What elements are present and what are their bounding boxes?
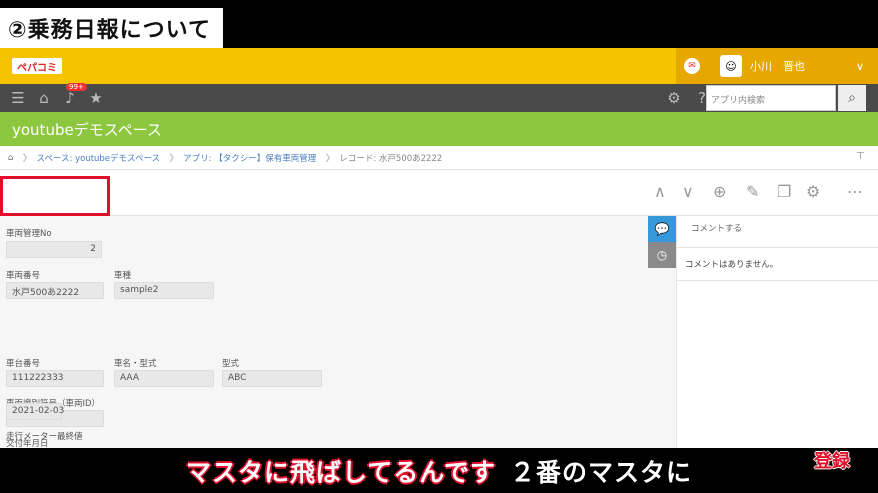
- vehicle-mgmt-no-value[interactable]: 2: [6, 241, 102, 258]
- chassis-no-value[interactable]: 111222333: [6, 370, 104, 387]
- space-title[interactable]: youtubeデモスペース: [12, 119, 162, 140]
- pin-icon[interactable]: ⊤: [856, 151, 865, 162]
- register-logo: 登録: [814, 451, 850, 472]
- chevron-down-icon[interactable]: ∨: [856, 60, 864, 73]
- vehicle-type-value[interactable]: sample2: [114, 282, 214, 299]
- home-icon[interactable]: ⌂: [8, 153, 13, 163]
- chevron-down-icon[interactable]: ∨: [682, 182, 694, 201]
- field-label: 走行メーター最終値: [6, 432, 83, 442]
- kintone-screen: ペパコミ ✉ ☺ 小川 晋也 ∨ ☰ ⌂ ♪ 99+ ★ ⚙ ? アプリ内検索 ⌕…: [0, 48, 878, 448]
- breadcrumb-record: レコード: 水戸500あ2222: [339, 153, 443, 164]
- record-form: 車両管理No 2 車両番号 水戸500あ2222 車種 sample2 車台番号…: [0, 216, 648, 448]
- home-icon[interactable]: ⌂: [36, 89, 52, 107]
- gear-icon[interactable]: ⚙: [666, 89, 682, 107]
- user-name[interactable]: 小川 晋也: [750, 58, 805, 74]
- mail-icon[interactable]: ✉: [684, 58, 700, 74]
- breadcrumb: ⌂ ❯ スペース: youtubeデモスペース ❯ アプリ: 【タクシー】保有車…: [0, 146, 878, 170]
- field-label: 車名・型式: [114, 359, 157, 369]
- more-icon[interactable]: ⋯: [847, 182, 863, 201]
- highlight-box: [0, 176, 110, 216]
- field-label: 型式: [222, 359, 240, 369]
- edit-icon[interactable]: ✎: [746, 182, 759, 201]
- subtitle-main: マスタに飛ばしてるんです: [185, 457, 496, 487]
- chevron-up-icon[interactable]: ∧: [654, 182, 666, 201]
- menu-icon[interactable]: ☰: [10, 89, 26, 107]
- search-icon[interactable]: ⌕: [838, 85, 866, 111]
- breadcrumb-space[interactable]: スペース: youtubeデモスペース: [37, 152, 161, 164]
- side-tabs: 💬 ◷: [648, 216, 676, 448]
- avatar[interactable]: ☺: [720, 55, 742, 77]
- plate-no-value[interactable]: 水戸500あ2222: [6, 282, 104, 299]
- breadcrumb-app[interactable]: アプリ: 【タクシー】保有車両管理: [183, 152, 316, 164]
- copy-icon[interactable]: ❐: [777, 182, 791, 201]
- breadcrumb-separator: ❯: [324, 152, 332, 163]
- subtitle-second: ２番のマスタに: [510, 457, 693, 487]
- gear-icon[interactable]: ⚙: [806, 182, 820, 201]
- header-bar: ペパコミ ✉ ☺ 小川 晋也 ∨: [0, 48, 878, 84]
- app-logo[interactable]: ペパコミ: [12, 58, 62, 74]
- user-area: ✉ ☺ 小川 晋也 ∨: [676, 48, 878, 84]
- search-input[interactable]: アプリ内検索: [706, 85, 836, 111]
- space-header: youtubeデモスペース: [0, 112, 878, 146]
- comment-input[interactable]: コメントする: [677, 216, 878, 248]
- field-label: 車両番号: [6, 271, 41, 281]
- field-label: 車台番号: [6, 359, 41, 369]
- field-label: 車種: [114, 271, 132, 281]
- navigation-bar: ☰ ⌂ ♪ 99+ ★ ⚙ ? アプリ内検索 ⌕: [0, 83, 878, 112]
- video-frame: ペパコミ ✉ ☺ 小川 晋也 ∨ ☰ ⌂ ♪ 99+ ★ ⚙ ? アプリ内検索 ⌕…: [0, 0, 878, 493]
- history-tab-icon[interactable]: ◷: [648, 242, 676, 268]
- bell-icon[interactable]: ♪ 99+: [62, 83, 87, 107]
- record-toolbar: ∧ ∨ ⊕ ✎ ❐ ⚙ ⋯: [0, 170, 878, 216]
- model-value[interactable]: ABC: [222, 370, 322, 387]
- star-icon[interactable]: ★: [88, 89, 104, 107]
- add-icon[interactable]: ⊕: [713, 182, 726, 201]
- car-name-value[interactable]: AAA: [114, 370, 214, 387]
- issue-date-value[interactable]: 2021-02-03: [6, 403, 64, 420]
- video-title: ②乗務日報について: [8, 18, 211, 43]
- video-title-card: ②乗務日報について: [0, 8, 223, 48]
- comment-panel: コメントする コメントはありません。: [676, 216, 878, 448]
- breadcrumb-separator: ❯: [168, 152, 176, 163]
- breadcrumb-separator: ❯: [21, 152, 29, 163]
- comment-empty-message: コメントはありません。: [677, 248, 878, 281]
- comment-tab-icon[interactable]: 💬: [648, 216, 676, 242]
- subtitle-bar: マスタに飛ばしてるんです ２番のマスタに: [0, 448, 878, 493]
- notification-badge: 99+: [66, 83, 87, 91]
- field-label: 車両管理No: [6, 229, 52, 239]
